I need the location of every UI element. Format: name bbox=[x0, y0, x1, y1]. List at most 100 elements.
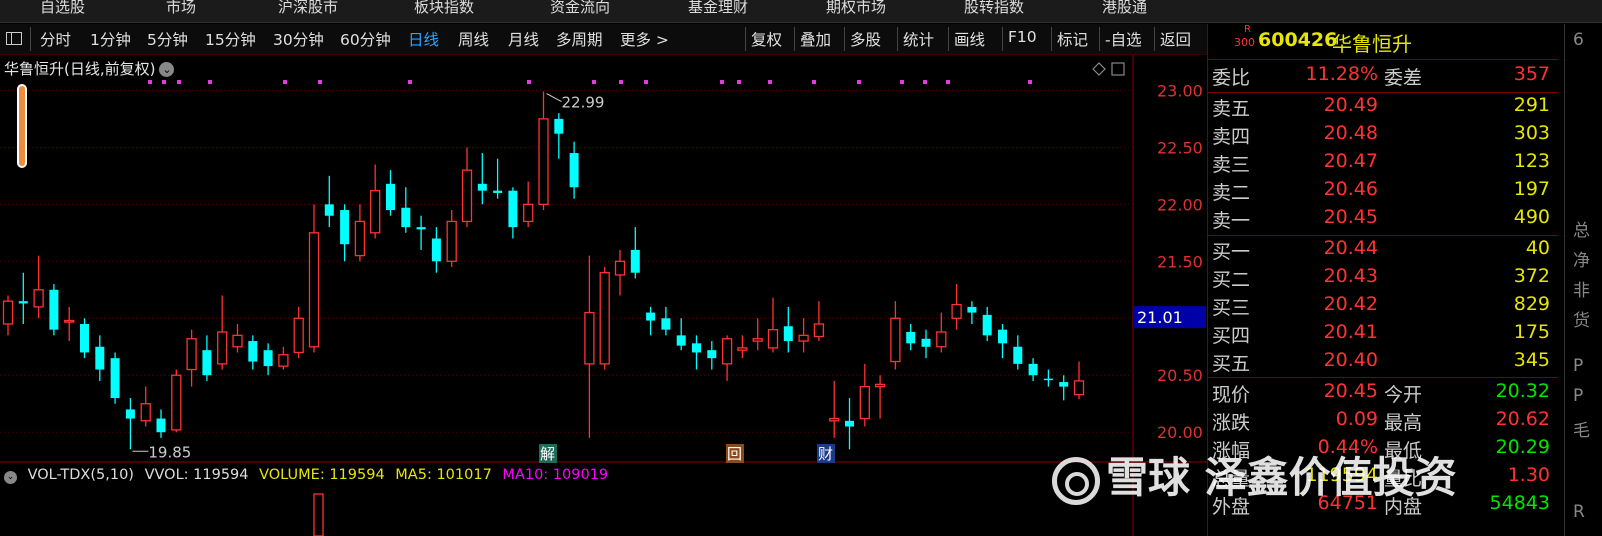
candle-body bbox=[95, 346, 105, 370]
far-right-panel: 6总净非货PP毛R bbox=[1564, 24, 1602, 536]
order-book-price: 20.44 bbox=[1323, 237, 1378, 259]
period-tab[interactable]: 更多 > bbox=[620, 28, 669, 50]
badge-r: R bbox=[1244, 24, 1251, 35]
top-menu-item[interactable]: 期权市场 bbox=[826, 0, 886, 16]
price-axis-label: 22.50 bbox=[1157, 138, 1203, 157]
chevron-down-icon[interactable]: ⌄ bbox=[159, 62, 175, 77]
order-book-row: 卖四 20.48 303 bbox=[1208, 122, 1558, 150]
period-tab[interactable]: 周线 bbox=[458, 28, 489, 50]
top-menu-item[interactable]: 资金流向 bbox=[550, 0, 610, 16]
top-menu-item[interactable]: 自选股 bbox=[40, 0, 85, 16]
candle-body bbox=[998, 329, 1007, 344]
order-book-volume: 291 bbox=[1513, 94, 1550, 116]
candle-body bbox=[874, 383, 886, 388]
candle-body bbox=[263, 350, 273, 367]
top-menu-item[interactable]: 市场 bbox=[166, 0, 196, 16]
period-tab[interactable]: 多周期 bbox=[556, 28, 603, 50]
period-tab[interactable]: 分时 bbox=[40, 28, 71, 50]
candle-body bbox=[232, 334, 243, 348]
side-panel-char: P bbox=[1573, 386, 1584, 406]
candle-body bbox=[49, 289, 59, 330]
candle-body bbox=[248, 341, 258, 362]
candle-body bbox=[186, 338, 197, 371]
candle-body bbox=[2, 300, 14, 325]
toolbar-action-button[interactable]: 画线 bbox=[954, 28, 985, 50]
top-menu-item[interactable]: 基金理财 bbox=[688, 0, 748, 16]
period-tab[interactable]: 1分钟 bbox=[90, 28, 131, 50]
top-menu-item[interactable]: 港股通 bbox=[1102, 0, 1147, 16]
kline-chart[interactable]: 20.0020.5021.0021.5022.0022.5023.0021.01… bbox=[0, 55, 1232, 536]
event-marker-label: 回 bbox=[727, 445, 742, 463]
order-book-label: 买五 bbox=[1212, 353, 1251, 375]
toolbar-action-button[interactable]: -自选 bbox=[1105, 28, 1142, 50]
toolbar-action-button[interactable]: 多股 bbox=[850, 28, 881, 50]
toolbar-divider bbox=[1002, 27, 1003, 51]
order-book-volume: 40 bbox=[1525, 237, 1550, 259]
stat-value: 20.62 bbox=[1495, 408, 1550, 430]
event-dot bbox=[900, 80, 904, 84]
candle-body bbox=[140, 403, 151, 422]
stock-name[interactable]: 华鲁恒升 bbox=[1332, 28, 1412, 57]
toolbar-action-button[interactable]: 标记 bbox=[1057, 28, 1088, 50]
vol-dropdown-icon[interactable]: ⌄ bbox=[4, 471, 17, 484]
candle-body bbox=[217, 331, 228, 365]
weicha-label: 委差 bbox=[1384, 67, 1423, 89]
stat-value: 0.09 bbox=[1335, 408, 1378, 430]
order-book-label: 卖五 bbox=[1212, 98, 1251, 120]
event-dot bbox=[283, 80, 287, 84]
toolbar-action-button[interactable]: 返回 bbox=[1160, 28, 1191, 50]
period-tab[interactable]: 日线 bbox=[408, 28, 439, 50]
volume-bar bbox=[313, 493, 324, 536]
order-book-row: 卖二 20.46 197 bbox=[1208, 178, 1558, 206]
candle-body bbox=[845, 420, 854, 427]
chart-toolbar: 分时 1分钟 5分钟 15分钟 30分钟 60分钟 日线 周线 月线 多周期 更多 > 复权 叠加 多股统… bbox=[0, 24, 1232, 55]
layout-toggle-icon[interactable] bbox=[6, 32, 22, 45]
period-tab[interactable]: 60分钟 bbox=[340, 28, 391, 50]
toolbar-action-button[interactable]: 叠加 bbox=[800, 28, 831, 50]
top-menu-item[interactable]: 沪深股市 bbox=[278, 0, 338, 16]
order-book-label: 卖一 bbox=[1212, 210, 1251, 232]
candle-body bbox=[340, 210, 350, 245]
candle-body bbox=[156, 418, 166, 433]
period-tab[interactable]: 月线 bbox=[508, 28, 539, 50]
side-panel-char: 毛 bbox=[1573, 421, 1590, 441]
candle-body bbox=[630, 249, 640, 273]
candle-body bbox=[767, 329, 779, 349]
kline-chart-area[interactable]: 20.0020.5021.0021.5022.0022.5023.0021.01… bbox=[0, 55, 1232, 536]
candle-body bbox=[661, 318, 671, 330]
candle-body bbox=[446, 220, 457, 262]
candle-body bbox=[125, 409, 135, 419]
price-axis-label: 21.50 bbox=[1157, 252, 1203, 271]
price-axis-label: 23.00 bbox=[1157, 81, 1203, 100]
period-tab[interactable]: 15分钟 bbox=[205, 28, 256, 50]
candle-body bbox=[508, 190, 518, 228]
candle-body bbox=[967, 306, 977, 313]
volume-legend: ⌄ VOL-TDX(5,10) VVOL: 119594 VOLUME: 119… bbox=[0, 467, 614, 484]
period-tab[interactable]: 30分钟 bbox=[273, 28, 324, 50]
toolbar-action-button[interactable]: 统计 bbox=[903, 28, 934, 50]
candle-body bbox=[1028, 363, 1038, 376]
side-panel-char: 非 bbox=[1573, 281, 1590, 301]
candle-body bbox=[80, 323, 89, 353]
toolbar-action-button[interactable]: 复权 bbox=[751, 28, 782, 50]
candle-body bbox=[859, 385, 870, 420]
event-dot bbox=[148, 80, 152, 84]
side-panel-char: 净 bbox=[1573, 251, 1590, 271]
diamond-icon bbox=[1092, 62, 1106, 76]
toolbar-action-button[interactable]: F10 bbox=[1008, 28, 1037, 50]
candle-body bbox=[584, 311, 595, 365]
candle-body bbox=[1059, 382, 1069, 387]
watermark-text: 雪球 泽鑫价值投资 bbox=[1106, 453, 1457, 502]
order-book-label: 卖四 bbox=[1212, 126, 1251, 148]
weibi-row: 委比 11.28% 委差 357 bbox=[1208, 63, 1558, 91]
order-book-row: 卖一 20.45 490 bbox=[1208, 206, 1558, 234]
order-book-volume: 123 bbox=[1513, 150, 1550, 172]
candle-body bbox=[554, 118, 564, 134]
candle-body bbox=[477, 183, 487, 191]
top-menu-item[interactable]: 股转指数 bbox=[964, 0, 1024, 16]
vol-vvol: VVOL: 119594 bbox=[144, 467, 249, 483]
top-menu-item[interactable]: 板块指数 bbox=[414, 0, 474, 16]
order-book-label: 买二 bbox=[1212, 269, 1251, 291]
weibi-value: 11.28% bbox=[1305, 63, 1378, 85]
period-tab[interactable]: 5分钟 bbox=[147, 28, 188, 50]
